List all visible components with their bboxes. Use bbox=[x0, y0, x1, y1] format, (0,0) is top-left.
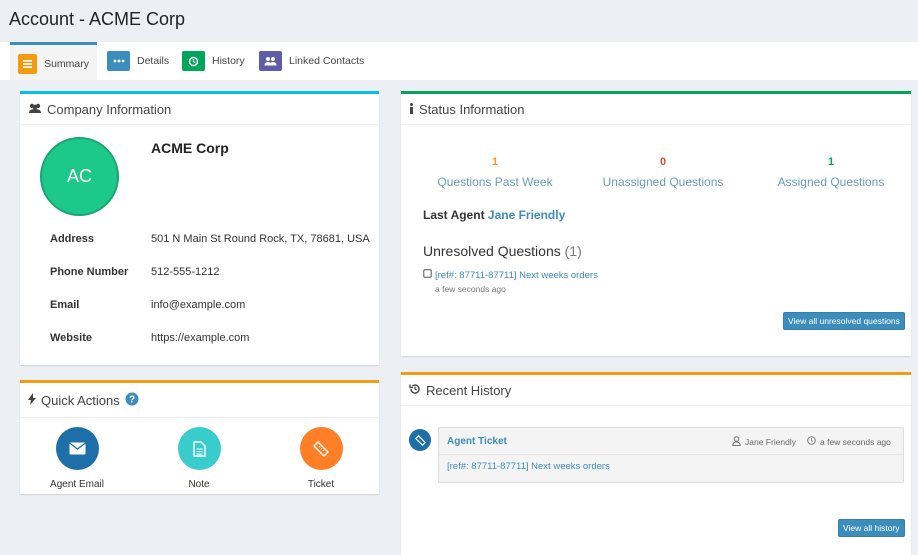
avatar: AC bbox=[40, 137, 119, 216]
ellipsis-icon bbox=[107, 51, 130, 71]
users-icon bbox=[259, 51, 282, 71]
user-icon bbox=[732, 436, 741, 448]
svg-text:?: ? bbox=[129, 394, 135, 405]
users-icon bbox=[28, 102, 42, 117]
stat-label: Questions Past Week bbox=[437, 175, 553, 189]
document-icon bbox=[177, 427, 221, 470]
page-title: Account - ACME Corp bbox=[9, 9, 186, 29]
stat-assigned-questions: 1 Assigned Questions bbox=[766, 156, 896, 189]
stat-unassigned-questions: 0 Unassigned Questions bbox=[593, 156, 733, 189]
box-title: Status Information bbox=[419, 101, 525, 117]
ticket-action[interactable]: Ticket bbox=[281, 427, 361, 490]
stat-label: Unassigned Questions bbox=[602, 175, 724, 189]
tab-label: Summary bbox=[44, 57, 89, 70]
info-value: 501 N Main St Round Rock, TX, 78681, USA bbox=[151, 233, 370, 245]
box-title: Company Information bbox=[47, 101, 172, 117]
timeline-item-body[interactable]: [ref#: 87711-87711] Next weeks orders bbox=[439, 455, 903, 478]
timeline-item-title[interactable]: Agent Ticket bbox=[447, 436, 507, 447]
bolt-icon bbox=[28, 392, 36, 408]
square-icon bbox=[423, 269, 432, 281]
note-action[interactable]: Note bbox=[159, 427, 239, 490]
box-header: Status Information bbox=[401, 94, 911, 125]
status-information-box: Status Information 1 Questions Past Week… bbox=[401, 91, 911, 356]
unresolved-count: (1) bbox=[564, 243, 582, 259]
action-label: Agent Email bbox=[50, 479, 104, 490]
unresolved-item[interactable]: [ref#: 87711-87711] Next weeks orders bbox=[423, 269, 598, 281]
unresolved-heading: Unresolved Questions (1) bbox=[423, 243, 582, 259]
info-label: Email bbox=[50, 299, 80, 311]
history-icon bbox=[409, 383, 421, 398]
tab-bar: Summary Details History Linked Contacts bbox=[0, 42, 918, 80]
unresolved-item-time: a few seconds ago bbox=[435, 284, 506, 294]
timeline-time: a few seconds ago bbox=[820, 436, 891, 447]
box-title: Quick Actions bbox=[41, 392, 120, 408]
recent-history-box: Recent History Agent Ticket Jane Friendl… bbox=[401, 372, 911, 555]
company-information-box: Company Information AC ACME Corp Address… bbox=[20, 91, 379, 365]
info-value: info@example.com bbox=[151, 299, 246, 311]
tab-label: Linked Contacts bbox=[289, 55, 365, 67]
info-label: Address bbox=[50, 233, 95, 245]
info-label: Website bbox=[50, 332, 92, 344]
info-value: https://example.com bbox=[151, 332, 250, 344]
stat-value: 1 bbox=[491, 156, 499, 168]
help-icon[interactable]: ? bbox=[125, 392, 139, 409]
company-name: ACME Corp bbox=[151, 140, 229, 156]
info-label: Phone Number bbox=[50, 266, 129, 278]
timeline-item: Agent Ticket Jane Friendly a few seconds… bbox=[438, 427, 904, 483]
tab-linked-contacts[interactable]: Linked Contacts bbox=[251, 42, 372, 80]
last-agent: Last Agent Jane Friendly bbox=[423, 208, 565, 222]
timeline-user-name: Jane Friendly bbox=[745, 437, 797, 447]
stat-label: Assigned Questions bbox=[777, 175, 885, 189]
box-title: Recent History bbox=[426, 382, 512, 398]
view-all-unresolved-button[interactable]: View all unresolved questions bbox=[783, 312, 905, 330]
info-value: 512-555-1212 bbox=[151, 266, 220, 278]
page-header: Account - ACME Corp bbox=[0, 0, 918, 42]
ticket-icon bbox=[299, 427, 343, 470]
tab-details[interactable]: Details bbox=[99, 42, 177, 80]
stat-value: 0 bbox=[659, 156, 667, 168]
timeline-item-user: Jane Friendly bbox=[732, 436, 796, 448]
list-icon bbox=[18, 53, 38, 74]
tab-label: History bbox=[212, 55, 245, 67]
box-header: Company Information bbox=[20, 94, 379, 125]
ticket-icon bbox=[409, 429, 431, 451]
info-icon bbox=[409, 102, 414, 117]
tab-summary[interactable]: Summary bbox=[10, 42, 97, 80]
quick-actions-box: Quick Actions ? Agent Email Note Ticket bbox=[20, 380, 379, 494]
stat-questions-past-week: 1 Questions Past Week bbox=[430, 156, 560, 189]
view-all-history-button[interactable]: View all history bbox=[838, 519, 905, 537]
unresolved-title: Unresolved Questions bbox=[423, 243, 561, 259]
tab-label: Details bbox=[137, 55, 170, 67]
stat-value: 1 bbox=[827, 156, 835, 168]
history-icon bbox=[182, 51, 205, 71]
box-header: Recent History bbox=[401, 375, 911, 406]
box-header: Quick Actions ? bbox=[20, 383, 379, 418]
agent-email-action[interactable]: Agent Email bbox=[37, 427, 117, 490]
clock-icon bbox=[807, 436, 816, 447]
last-agent-label: Last Agent bbox=[423, 208, 485, 222]
action-label: Note bbox=[188, 479, 210, 490]
timeline-item-time: a few seconds ago bbox=[807, 436, 891, 447]
envelope-icon bbox=[55, 427, 99, 470]
last-agent-name[interactable]: Jane Friendly bbox=[488, 208, 565, 222]
tab-history[interactable]: History bbox=[174, 42, 253, 80]
action-label: Ticket bbox=[307, 479, 335, 490]
unresolved-item-link[interactable]: [ref#: 87711-87711] Next weeks orders bbox=[435, 270, 598, 281]
